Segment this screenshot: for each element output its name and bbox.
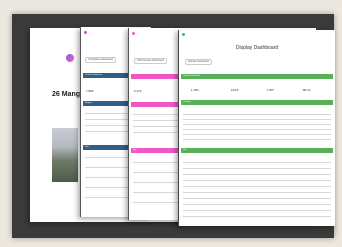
table-row [183,174,331,175]
logo-icon [84,31,87,34]
table-row [183,210,331,211]
slide-title: Compliance Dashboard [85,57,116,63]
table-row [183,204,331,205]
logo-icon [66,54,74,62]
table-row [183,216,331,217]
kpi-value: 7,582 [86,89,94,93]
section-band: Site [181,148,333,153]
section-band: Country [181,100,333,105]
display-dashboard-slide[interactable]: Display Dashboard Website Dashboard Gene… [178,30,335,226]
table-row [183,129,331,130]
table-row [183,186,331,187]
table-row [183,168,331,169]
table-row [183,139,331,140]
table-row [183,119,331,120]
logo-icon [182,33,185,36]
logo-icon [132,32,135,35]
house-photo [52,128,78,182]
slide-title: Gift Purchase Dashboard [134,58,167,64]
table-row [183,134,331,135]
kpi-value: 114 K [231,88,239,92]
kpi-value: 1.50* [267,88,275,92]
presentation-stage: 26 Mangar TDESK.CO.NZ Compliance Dashboa… [0,0,342,247]
dashboard-heading: Display Dashboard [235,45,279,51]
table-row [183,192,331,193]
table-row [183,180,331,181]
kpi-value: 2,174 [134,89,142,93]
slide-title: Website Dashboard [185,59,212,65]
table-row [183,124,331,125]
table-row [183,198,331,199]
kpi-value: 80.14 [303,88,311,92]
section-band: General Statistics [181,74,333,79]
kpi-value: 1,784 [191,88,199,92]
table-row [183,162,331,163]
table-row [183,114,331,115]
